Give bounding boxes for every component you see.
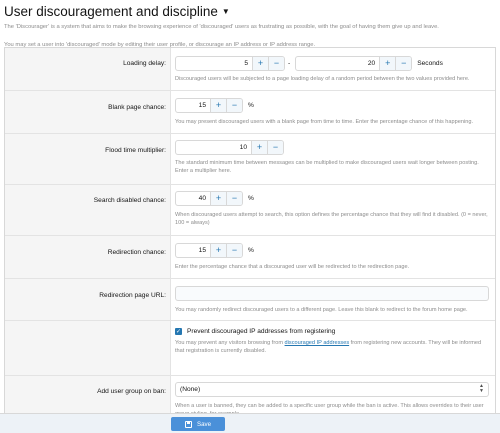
percent-unit: %: [248, 247, 254, 254]
option-label: Redirection page URL:: [5, 279, 171, 320]
form-footer: Save: [0, 413, 500, 433]
option-body: You may randomly redirect discouraged us…: [171, 279, 495, 320]
flood-time-input[interactable]: 10: [176, 141, 251, 154]
loading-delay-min-input[interactable]: 5: [176, 57, 252, 70]
option-row-redirection: Redirection chance: 15 + − % Enter the p…: [5, 236, 495, 279]
search-disabled-stepper[interactable]: 40 + −: [175, 191, 243, 206]
plus-icon[interactable]: +: [210, 244, 226, 257]
ban-group-selected: (None): [180, 386, 201, 393]
option-label: Add user group on ban:: [5, 376, 171, 413]
blank-page-stepper[interactable]: 15 + −: [175, 98, 243, 113]
option-body: 10 + − The standard minimum time between…: [171, 134, 495, 184]
prevent-ip-label[interactable]: Prevent discouraged IP addresses from re…: [187, 328, 335, 335]
redirection-input[interactable]: 15: [176, 244, 210, 257]
loading-delay-min-stepper[interactable]: 5 + −: [175, 56, 285, 71]
option-label: Redirection chance:: [5, 236, 171, 278]
option-body: 15 + − % Enter the percentage chance tha…: [171, 236, 495, 278]
option-label: Loading delay:: [5, 48, 171, 90]
save-button[interactable]: Save: [171, 417, 225, 431]
minus-icon[interactable]: −: [267, 141, 283, 154]
plus-icon[interactable]: +: [210, 192, 226, 205]
plus-icon[interactable]: +: [379, 57, 396, 70]
option-row-redirection-url: Redirection page URL: You may randomly r…: [5, 279, 495, 321]
option-label: Blank page chance:: [5, 91, 171, 133]
blank-page-explain: You may present discouraged users with a…: [175, 119, 473, 125]
flood-time-explain: The standard minimum time between messag…: [175, 160, 479, 175]
minus-icon[interactable]: −: [268, 57, 284, 70]
loading-delay-max-input[interactable]: 20: [296, 57, 379, 70]
minus-icon[interactable]: −: [226, 99, 242, 112]
prevent-ip-explain-pre: You may prevent any visitors browsing fr…: [175, 340, 285, 346]
flood-time-inputs: 10 + −: [175, 140, 489, 155]
option-body: 5 + − - 20 + − Seconds Discouraged users…: [171, 48, 495, 90]
loading-delay-inputs: 5 + − - 20 + − Seconds: [175, 56, 489, 71]
loading-delay-unit: Seconds: [417, 60, 443, 67]
percent-unit: %: [248, 102, 254, 109]
range-separator: -: [288, 60, 291, 67]
option-row-blank-page: Blank page chance: 15 + − % You may pres…: [5, 91, 495, 134]
minus-icon[interactable]: −: [226, 192, 242, 205]
option-row-loading-delay: Loading delay: 5 + − - 20 + − Seconds Di…: [5, 48, 495, 91]
page-title[interactable]: User discouragement and discipline ▼: [4, 4, 496, 19]
search-disabled-explain: When discouraged users attempt to search…: [175, 212, 488, 227]
blank-page-inputs: 15 + − %: [175, 98, 489, 113]
search-disabled-inputs: 40 + − %: [175, 191, 489, 206]
option-row-ban-group: Add user group on ban: (None) ▲ ▼ When a …: [5, 376, 495, 413]
redirection-stepper[interactable]: 15 + −: [175, 243, 243, 258]
option-row-search-disabled: Search disabled chance: 40 + − % When di…: [5, 185, 495, 236]
blank-page-input[interactable]: 15: [176, 99, 210, 112]
option-row-flood-time: Flood time multiplier: 10 + − The standa…: [5, 134, 495, 185]
option-body: ✓ Prevent discouraged IP addresses from …: [171, 321, 495, 375]
search-disabled-input[interactable]: 40: [176, 192, 210, 205]
plus-icon[interactable]: +: [210, 99, 226, 112]
minus-icon[interactable]: −: [226, 244, 242, 257]
page-title-text: User discouragement and discipline: [4, 4, 218, 19]
ban-group-explain: When a user is banned, they can be added…: [175, 403, 484, 413]
options-block: Loading delay: 5 + − - 20 + − Seconds Di…: [4, 47, 496, 413]
percent-unit: %: [248, 195, 254, 202]
flood-time-stepper[interactable]: 10 + −: [175, 140, 284, 155]
option-body: 15 + − % You may present discouraged use…: [171, 91, 495, 133]
save-button-label: Save: [196, 420, 212, 428]
redirection-explain: Enter the percentage chance that a disco…: [175, 264, 410, 270]
loading-delay-explain: Discouraged users will be subjected to a…: [175, 76, 470, 82]
option-body: (None) ▲ ▼ When a user is banned, they ca…: [171, 376, 495, 413]
plus-icon[interactable]: +: [252, 57, 268, 70]
discouraged-ip-link[interactable]: discouraged IP addresses: [285, 340, 350, 346]
chevron-down-icon[interactable]: ▼: [222, 7, 230, 16]
page-intro: The 'Discourager' is a system that aims …: [4, 24, 496, 50]
save-icon: [184, 420, 192, 428]
option-label-empty: [5, 321, 171, 375]
plus-icon[interactable]: +: [251, 141, 267, 154]
redirection-url-input[interactable]: [175, 286, 489, 301]
option-label: Search disabled chance:: [5, 185, 171, 235]
option-body: 40 + − % When discouraged users attempt …: [171, 185, 495, 235]
select-arrows-icon[interactable]: ▲ ▼: [479, 384, 484, 394]
option-label: Flood time multiplier:: [5, 134, 171, 184]
redirection-url-explain: You may randomly redirect discouraged us…: [175, 307, 468, 313]
prevent-ip-explain: You may prevent any visitors browsing fr…: [175, 339, 489, 355]
redirection-inputs: 15 + − %: [175, 243, 489, 258]
minus-icon[interactable]: −: [395, 57, 412, 70]
loading-delay-max-stepper[interactable]: 20 + −: [295, 56, 413, 71]
ban-group-select[interactable]: (None) ▲ ▼: [175, 382, 489, 397]
option-row-prevent-ip: ✓ Prevent discouraged IP addresses from …: [5, 321, 495, 376]
prevent-ip-checkbox[interactable]: ✓ Prevent discouraged IP addresses from …: [175, 328, 489, 335]
check-icon[interactable]: ✓: [175, 328, 182, 335]
intro-text-1: The 'Discourager' is a system that aims …: [4, 24, 439, 30]
